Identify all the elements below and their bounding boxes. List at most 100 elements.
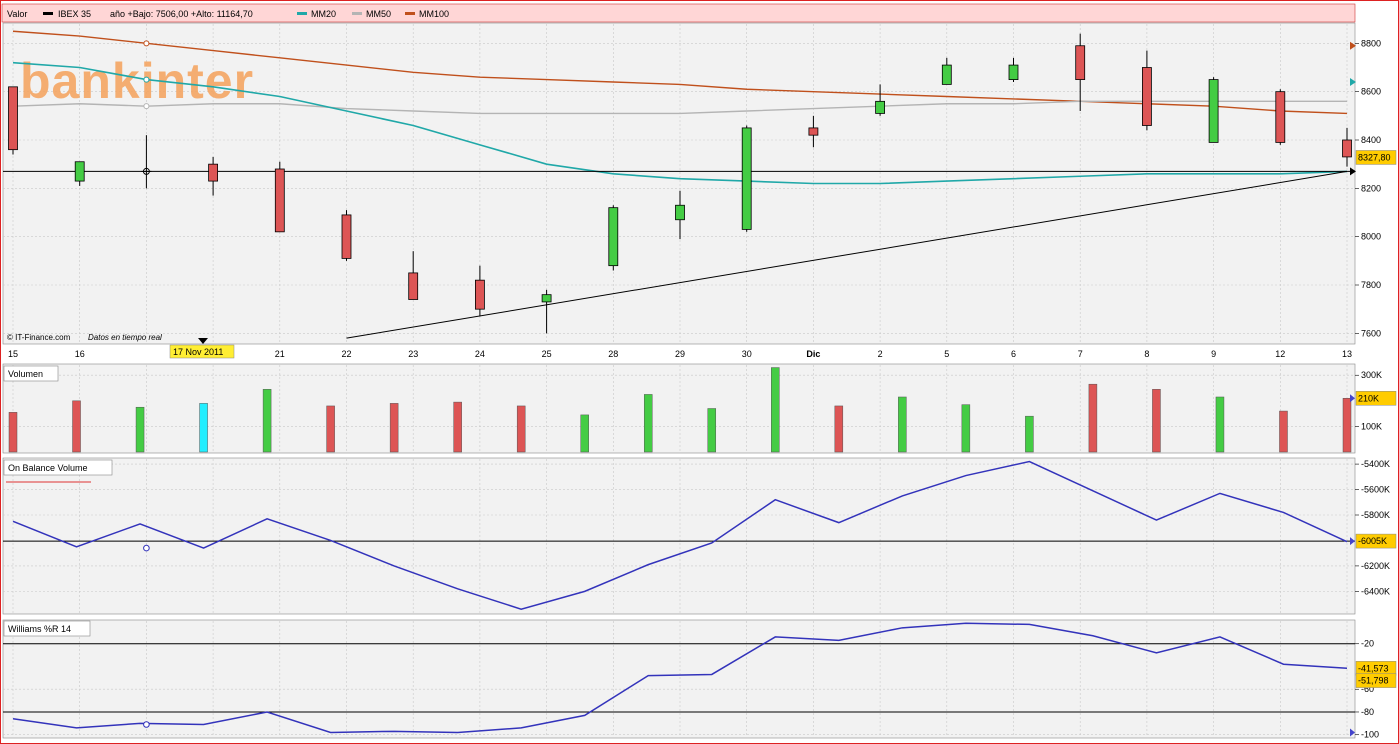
volume-bar (135, 406, 145, 453)
candle-body (8, 86, 18, 151)
candle-body (1275, 91, 1286, 143)
williams-cursor-marker (143, 721, 150, 728)
volume-bar (262, 389, 272, 453)
x-tick-label: 22 (341, 349, 351, 359)
volume-bar (72, 400, 81, 453)
volume-bar (898, 396, 907, 453)
obv-y-tick-label: -5600K (1361, 485, 1390, 495)
candle-body (274, 168, 285, 233)
volume-bar (1215, 396, 1225, 453)
x-tick-label: 30 (742, 349, 752, 359)
volume-bar (1025, 415, 1034, 453)
williams-prev-value: -51,798 (1358, 676, 1389, 686)
price-y-tick-label: 8800 (1361, 38, 1381, 48)
volume-bar (1279, 410, 1288, 453)
ma50-marker (143, 103, 150, 110)
price-y-tick-label: 7600 (1361, 328, 1381, 338)
x-tick-label: 29 (675, 349, 685, 359)
x-tick-label: 6 (1011, 349, 1016, 359)
stock-chart-frame: Valor IBEX 35 año +Bajo: 7506,00 +Alto: … (0, 0, 1399, 744)
volume-bar (8, 412, 18, 453)
series-swatch-ma20 (297, 12, 307, 15)
x-tick-label: 15 (8, 349, 18, 359)
x-tick-label: 23 (408, 349, 418, 359)
x-tick-label: 5 (944, 349, 949, 359)
candle-body (1342, 139, 1352, 158)
candle-body (808, 127, 819, 136)
x-tick-label: 8 (1144, 349, 1149, 359)
x-tick-label: 24 (475, 349, 485, 359)
obv-panel[interactable] (2, 457, 1356, 615)
legend-ma50: MM50 (366, 9, 391, 19)
header-ticker: IBEX 35 (58, 9, 91, 19)
price-y-tick-label: 8000 (1361, 232, 1381, 242)
credit-source: © IT-Finance.com (7, 333, 71, 342)
x-tick-label: 13 (1342, 349, 1352, 359)
price-y-tick-label: 8400 (1361, 135, 1381, 145)
volume-bar (580, 414, 589, 453)
obv-y-tick-label: -5400K (1361, 459, 1390, 469)
obv-y-tick-label: -6200K (1361, 561, 1390, 571)
williams-last-value: -41,573 (1358, 663, 1389, 673)
legend-ma100: MM100 (419, 9, 449, 19)
volume-bar (834, 405, 844, 453)
series-swatch-ma100 (405, 12, 415, 15)
candle-body (608, 207, 619, 267)
volume-bar (453, 401, 462, 453)
candle-body (474, 279, 485, 310)
obv-y-tick-label: -6400K (1361, 586, 1390, 596)
volume-bar (1152, 389, 1161, 453)
legend-ma20: MM20 (311, 9, 336, 19)
volume-bar (326, 405, 335, 453)
volume-y-tick-label: 300K (1361, 370, 1382, 380)
obv-y-tick-label: -5800K (1361, 510, 1390, 520)
volume-bar (771, 367, 780, 453)
ma100-marker (143, 40, 150, 47)
volume-bar (516, 405, 526, 453)
candle-body (875, 100, 885, 114)
williams-title: Williams %R 14 (8, 624, 71, 634)
volume-bar (1342, 398, 1352, 453)
series-swatch-ma50 (352, 12, 362, 15)
x-tick-label: 7 (1078, 349, 1083, 359)
volume-bar (707, 408, 717, 453)
x-tick-label: 16 (75, 349, 85, 359)
cursor-date-label: 17 Nov 2011 (173, 347, 223, 357)
x-tick-label: 28 (608, 349, 618, 359)
credit-realtime: Datos en tiempo real (88, 333, 162, 342)
volume-bar (1088, 383, 1098, 453)
candle-body (541, 294, 552, 303)
volume-bar (199, 403, 208, 453)
volume-bar (643, 394, 653, 453)
price-y-tick-label: 7800 (1361, 280, 1381, 290)
obv-cursor-marker (143, 544, 150, 552)
candle-body (74, 161, 85, 182)
x-tick-label: 25 (542, 349, 552, 359)
williams-y-tick-label: -20 (1361, 639, 1374, 649)
volume-y-tick-label: 100K (1361, 421, 1382, 431)
x-tick-label: 2 (878, 349, 883, 359)
header-label: Valor (7, 9, 27, 19)
williams-y-tick-label: -80 (1361, 707, 1374, 717)
x-tick-label: Dic (806, 349, 820, 359)
candle-body (1142, 67, 1152, 126)
candle-body (1008, 64, 1019, 80)
candle-body (675, 204, 685, 221)
obv-title: On Balance Volume (8, 463, 88, 473)
candle-body (408, 272, 419, 300)
series-swatch-ibex (43, 12, 53, 15)
x-tick-label: 21 (275, 349, 285, 359)
candle-body (941, 64, 952, 85)
candle-body (1208, 79, 1219, 143)
volume-title: Volumen (8, 369, 43, 379)
williams-panel[interactable] (2, 619, 1356, 739)
price-last-value: 8327,80 (1358, 152, 1391, 162)
obv-last-value: -6005K (1358, 536, 1387, 546)
candle-body (1075, 45, 1086, 80)
x-tick-label: 12 (1275, 349, 1285, 359)
volume-bar (961, 404, 971, 453)
bankinter-logo: bankinter (20, 53, 254, 109)
candle-body (208, 163, 219, 182)
candle-body (341, 214, 352, 259)
price-y-tick-label: 8600 (1361, 87, 1381, 97)
